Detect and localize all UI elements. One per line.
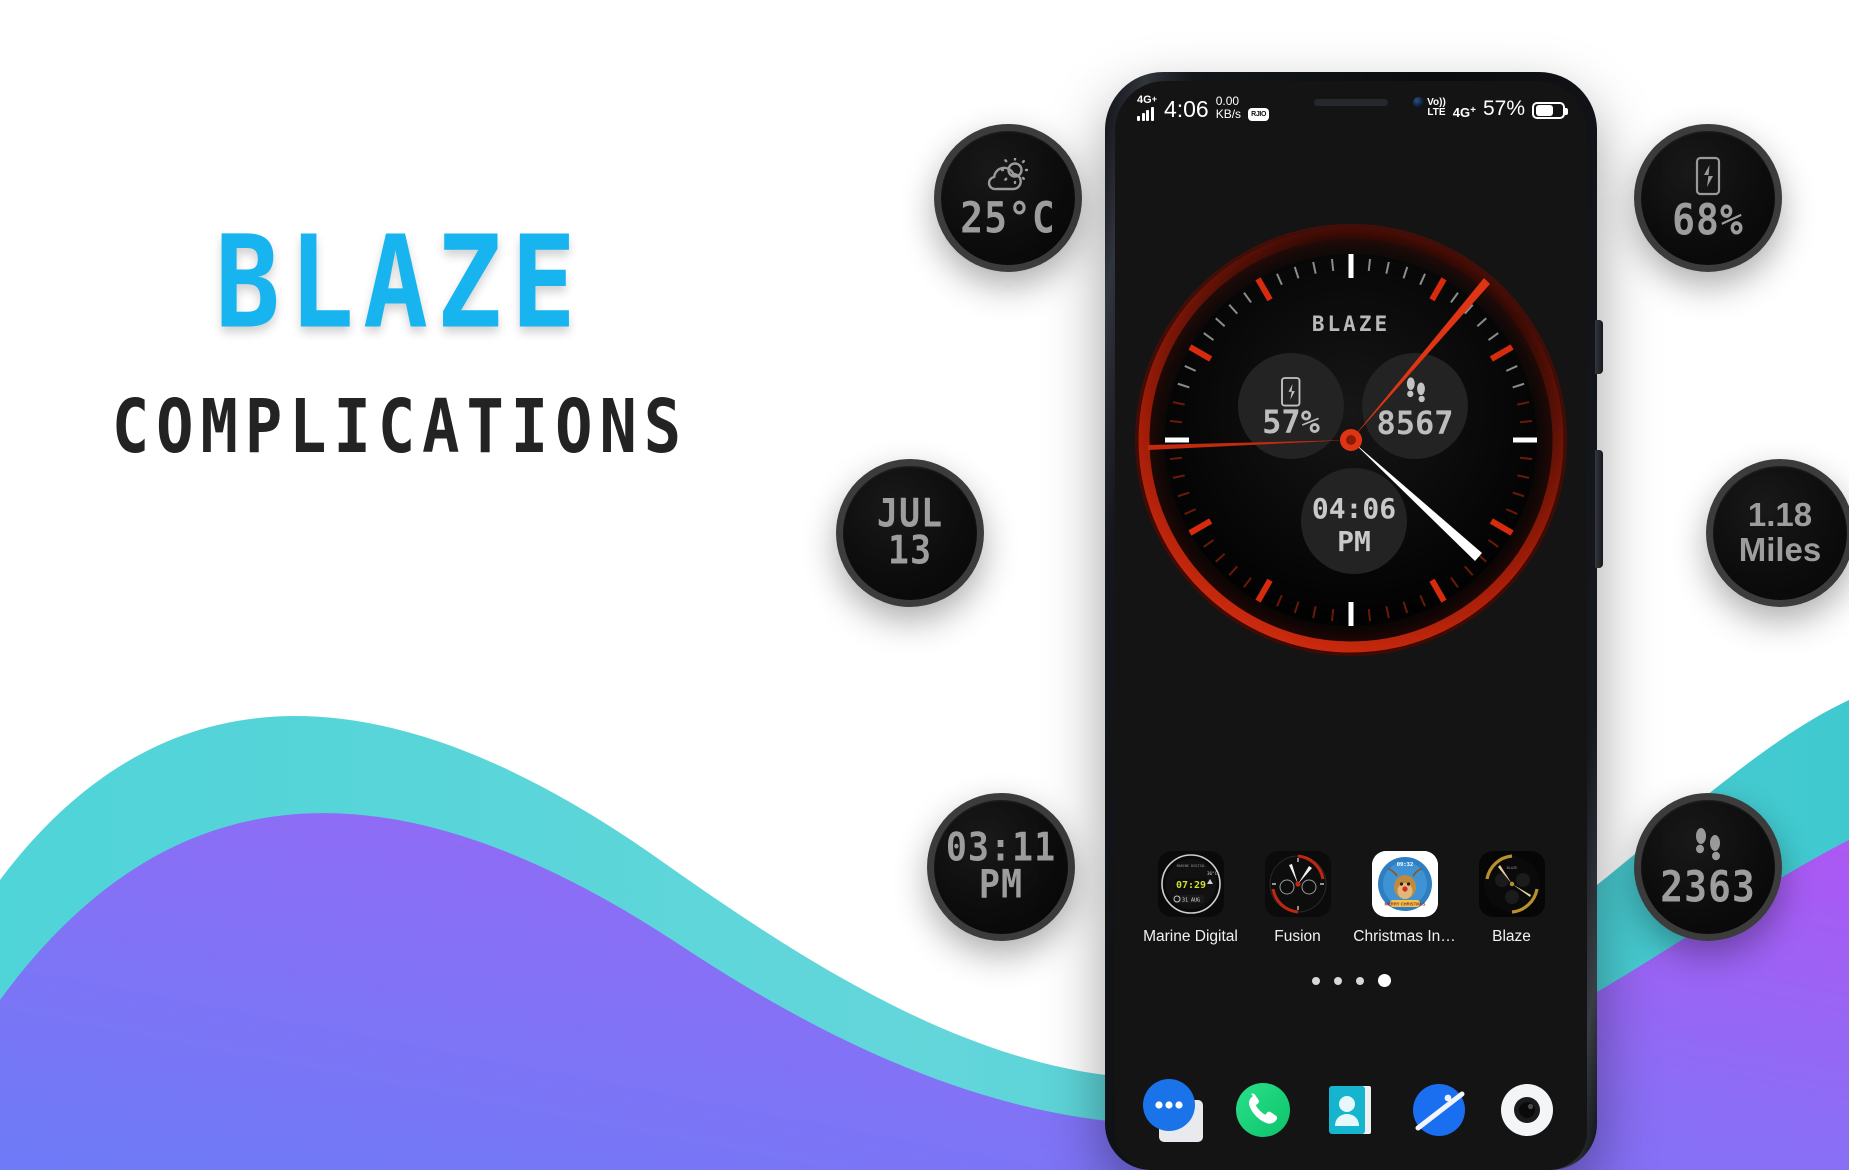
- battery-icon: [1532, 101, 1568, 119]
- partly-cloudy-icon: [982, 157, 1034, 194]
- svg-text:31 AUG: 31 AUG: [1181, 898, 1199, 904]
- app-label: Fusion: [1274, 928, 1321, 945]
- phone-charging-icon: [1695, 156, 1721, 196]
- volte-icon: Vo)) LTE: [1427, 97, 1446, 119]
- power-button[interactable]: [1595, 320, 1603, 374]
- hands-hub-center: [1346, 435, 1356, 445]
- subdial-steps-value: 8567: [1376, 404, 1453, 442]
- volume-button[interactable]: [1595, 450, 1603, 568]
- svg-text:09:32: 09:32: [1396, 862, 1413, 868]
- complication-weather[interactable]: 25°C: [934, 124, 1082, 272]
- phone-device: 4G + 4:06 0.00 KB/s RJIO Vo)) LTE 4G + 5…: [1105, 72, 1597, 1170]
- watch-face-widget[interactable]: BLAZE 57% 8567 04:06 PM: [1132, 221, 1570, 659]
- subdial-battery-value: 57%: [1262, 403, 1321, 441]
- network-plus-label: +: [1151, 94, 1157, 105]
- app-label: Blaze: [1492, 928, 1531, 945]
- complication-distance[interactable]: 1.18 Miles: [1706, 459, 1849, 607]
- weather-value: 25°C: [960, 193, 1056, 243]
- watch-brand-label: BLAZE: [1312, 312, 1390, 336]
- app-fusion[interactable]: Fusion: [1248, 851, 1348, 946]
- status-bar: 4G + 4:06 0.00 KB/s RJIO Vo)) LTE 4G + 5…: [1115, 81, 1587, 127]
- dock: [1115, 1072, 1587, 1148]
- page-subtitle: COMPLICATIONS: [111, 382, 689, 471]
- network-type-label: 4G: [1137, 94, 1152, 107]
- page-dot[interactable]: [1355, 976, 1364, 985]
- subdial-time-period: PM: [1337, 525, 1371, 558]
- page-title: BLAZE: [214, 209, 586, 358]
- sim-card-icon: RJIO: [1248, 108, 1270, 122]
- watchface-fusion-icon[interactable]: [1264, 851, 1331, 917]
- page-dot[interactable]: [1333, 976, 1342, 985]
- status-bar-right: Vo)) LTE 4G + 57%: [1427, 96, 1568, 120]
- svg-text:MERRY CHRISTMAS: MERRY CHRISTMAS: [1384, 901, 1425, 906]
- complication-time[interactable]: 03:11 PM: [927, 793, 1075, 941]
- battery-value: 68%: [1672, 195, 1744, 245]
- network-type-right-label: 4G: [1452, 104, 1471, 120]
- complication-date[interactable]: JUL 13: [836, 459, 984, 607]
- svg-text:BLAZE: BLAZE: [1506, 866, 1517, 870]
- app-label: Christmas In…: [1353, 928, 1456, 945]
- page-dot-active[interactable]: [1377, 974, 1391, 987]
- footsteps-icon: [1691, 827, 1725, 863]
- contacts-icon[interactable]: [1313, 1072, 1389, 1148]
- svg-text:36°C: 36°C: [1207, 871, 1218, 876]
- subdial-digital-time: 04:06 PM: [1301, 468, 1407, 574]
- status-battery-percent: 57%: [1482, 96, 1525, 120]
- watchface-christmas-icon[interactable]: 09:32 MERRY CHRISTMAS: [1371, 851, 1438, 917]
- page-indicator[interactable]: [1115, 974, 1587, 987]
- network-speed: 0.00 KB/s: [1215, 94, 1242, 121]
- distance-value: 1.18: [1747, 496, 1813, 534]
- app-christmas[interactable]: 09:32 MERRY CHRISTMAS Christmas In…: [1353, 851, 1456, 946]
- steps-value: 2363: [1660, 862, 1756, 912]
- time-period: PM: [978, 862, 1024, 908]
- watch-face-dial: BLAZE 57% 8567 04:06 PM: [1135, 224, 1567, 656]
- app-blaze[interactable]: BLAZE Blaze: [1462, 851, 1562, 946]
- network-speed-unit: KB/s: [1215, 107, 1242, 121]
- subdial-steps: 8567: [1362, 353, 1468, 459]
- phone-icon[interactable]: [1225, 1072, 1301, 1148]
- promo-text-block: BLAZE COMPLICATIONS: [0, 220, 800, 464]
- subdial-time-value: 04:06: [1312, 492, 1396, 525]
- app-grid: 07:29 31 AUG MARINE DIGITAL 36°C Marine …: [1115, 851, 1587, 946]
- signal-bars-icon: [1137, 107, 1154, 122]
- app-label: Marine Digital: [1143, 928, 1238, 945]
- status-bar-left: 4G + 4:06 0.00 KB/s RJIO: [1137, 94, 1270, 123]
- network-plus-right-label: +: [1470, 104, 1476, 116]
- watchface-marine-digital-icon[interactable]: 07:29 31 AUG MARINE DIGITAL 36°C: [1157, 851, 1224, 917]
- complication-battery[interactable]: 68%: [1634, 124, 1782, 272]
- app-marine-digital[interactable]: 07:29 31 AUG MARINE DIGITAL 36°C Marine …: [1141, 851, 1241, 946]
- date-day: 13: [887, 528, 933, 574]
- status-clock: 4:06: [1163, 96, 1209, 123]
- messages-icon[interactable]: [1137, 1072, 1213, 1148]
- browser-icon[interactable]: [1401, 1072, 1477, 1148]
- camera-icon[interactable]: [1489, 1072, 1565, 1148]
- page-dot[interactable]: [1311, 976, 1320, 985]
- volte-line2: LTE: [1427, 107, 1446, 118]
- svg-text:MARINE DIGITAL: MARINE DIGITAL: [1176, 864, 1205, 868]
- svg-text:07:29: 07:29: [1175, 880, 1205, 891]
- distance-unit: Miles: [1738, 531, 1822, 568]
- watchface-blaze-icon[interactable]: BLAZE: [1478, 851, 1545, 917]
- complication-steps[interactable]: 2363: [1634, 793, 1782, 941]
- phone-screen[interactable]: 4G + 4:06 0.00 KB/s RJIO Vo)) LTE 4G + 5…: [1115, 81, 1587, 1170]
